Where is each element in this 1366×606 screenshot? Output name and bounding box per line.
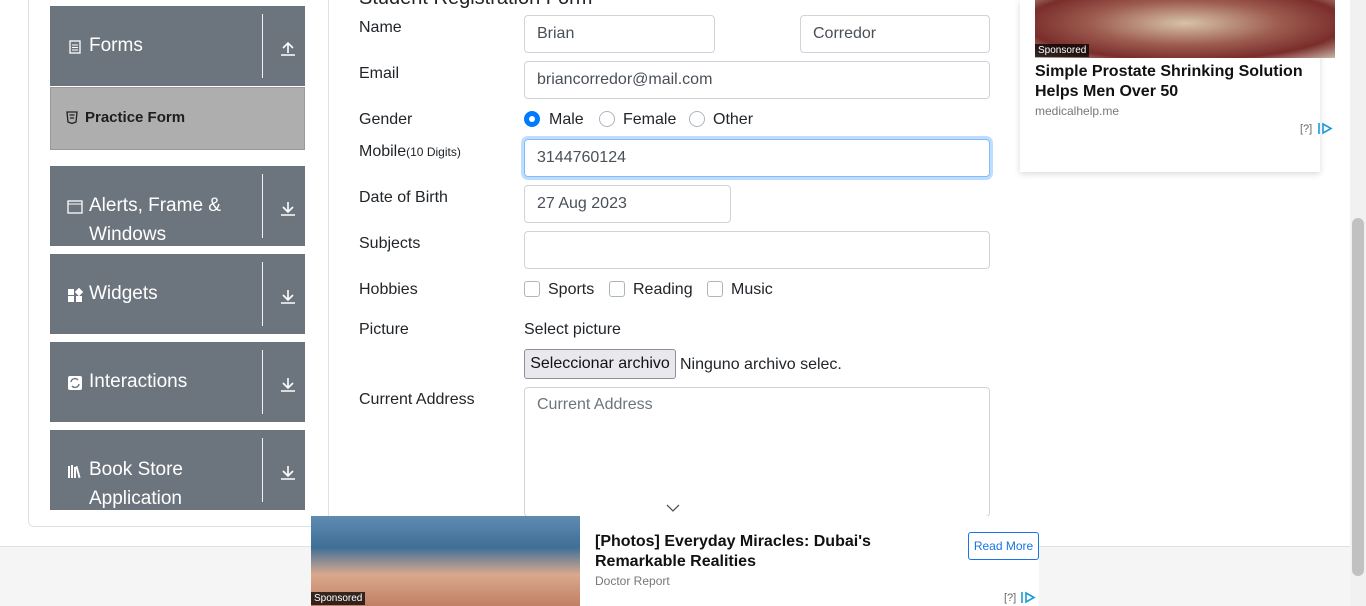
select-picture-label: Select picture (524, 321, 621, 338)
divider (262, 174, 263, 238)
sidebar-group-label-line2: Application (89, 488, 182, 509)
gender-other-radio[interactable] (689, 111, 705, 127)
sidebar-group-label: Book Store (89, 459, 183, 480)
mobile-label: Mobile(10 Digits) (359, 143, 461, 160)
email-input[interactable]: briancorredor@mail.com (524, 61, 990, 99)
ad-bottom[interactable]: Sponsored [Photos] Everyday Miracles: Du… (311, 516, 1039, 606)
divider (262, 262, 263, 326)
sidebar-group-alerts[interactable]: Alerts, Frame & Windows (50, 166, 305, 246)
sidebar-group-label: Widgets (89, 283, 158, 304)
ad-info-link[interactable]: [?] (1300, 123, 1312, 135)
hobby-label[interactable]: Sports (548, 281, 594, 299)
current-address-textarea[interactable]: Current Address (524, 387, 990, 517)
first-name-input[interactable]: Brian (524, 15, 715, 53)
adchoices-icon[interactable] (1020, 591, 1036, 604)
books-icon (68, 465, 81, 479)
address-placeholder: Current Address (537, 396, 653, 413)
address-label: Current Address (359, 391, 475, 408)
file-status-text: Ninguno archivo selec. (680, 356, 842, 373)
gender-option-label[interactable]: Female (623, 111, 676, 129)
gender-option-label[interactable]: Male (549, 111, 584, 129)
ad-headline[interactable]: [Photos] Everyday Miracles: Dubai's Rema… (595, 532, 925, 572)
hobby-music-checkbox[interactable] (707, 281, 723, 297)
subjects-label: Subjects (359, 235, 421, 252)
ad-source[interactable]: Doctor Report (595, 574, 670, 588)
hobbies-label: Hobbies (359, 281, 418, 298)
sidebar-group-label: Forms (89, 35, 143, 56)
sidebar-item-practice-form[interactable]: Practice Form (50, 87, 305, 150)
widgets-icon (68, 287, 83, 302)
expand-arrow-icon[interactable] (279, 375, 297, 393)
hobby-sports-checkbox[interactable] (524, 281, 540, 297)
gender-female-radio[interactable] (599, 111, 615, 127)
interactions-icon (68, 376, 82, 390)
sponsored-tag: Sponsored (311, 592, 366, 605)
ad-info-link[interactable]: [?] (1004, 592, 1016, 604)
mobile-input[interactable]: 3144760124 (524, 139, 990, 177)
divider (262, 350, 263, 414)
choose-file-button[interactable]: Seleccionar archivo (524, 349, 676, 379)
divider (262, 438, 263, 502)
sidebar-group-book-store[interactable]: Book Store Application (50, 430, 305, 510)
sidebar-group-widgets[interactable]: Widgets (50, 254, 305, 334)
sidebar-group-label: Alerts, Frame & (89, 195, 221, 216)
gender-male-radio[interactable] (524, 111, 540, 127)
vertical-scrollbar[interactable] (1350, 0, 1366, 606)
picture-label: Picture (359, 321, 409, 338)
ad-source[interactable]: medicalhelp.me (1035, 104, 1119, 118)
sidebar-group-forms[interactable]: Forms (50, 6, 305, 86)
adchoices-icon[interactable] (1317, 122, 1333, 135)
divider (262, 14, 263, 78)
sponsored-tag: Sponsored (1035, 44, 1090, 57)
dob-label: Date of Birth (359, 189, 448, 206)
gender-option-label[interactable]: Other (713, 111, 753, 129)
read-more-button[interactable]: Read More (968, 532, 1039, 560)
form-icon (69, 40, 81, 54)
html5-icon (66, 111, 78, 124)
window-icon (67, 200, 83, 214)
scrollbar-thumb[interactable] (1352, 218, 1364, 576)
date-of-birth-input[interactable]: 27 Aug 2023 (524, 185, 731, 223)
sidebar-group-label: Interactions (89, 371, 188, 392)
email-label: Email (359, 65, 400, 82)
sidebar-group-label-line2: Windows (89, 224, 167, 245)
ad-right[interactable]: Sponsored Simple Prostate Shrinking Solu… (1020, 0, 1335, 172)
mobile-hint: (10 Digits) (406, 145, 461, 159)
chevron-down-icon[interactable] (666, 503, 680, 513)
expand-arrow-icon[interactable] (279, 287, 297, 305)
last-name-input[interactable]: Corredor (800, 15, 990, 53)
hobby-label[interactable]: Reading (633, 281, 693, 299)
subjects-input[interactable] (524, 231, 990, 269)
hobby-label[interactable]: Music (731, 281, 773, 299)
collapse-arrow-icon[interactable] (279, 39, 297, 57)
expand-arrow-icon[interactable] (279, 463, 297, 481)
name-label: Name (359, 19, 402, 36)
gender-label: Gender (359, 111, 413, 128)
ad-headline[interactable]: Simple Prostate Shrinking Solution Helps… (1035, 62, 1325, 102)
hobby-reading-checkbox[interactable] (609, 281, 625, 297)
expand-arrow-icon[interactable] (279, 199, 297, 217)
form-title: Student Registration Form (359, 0, 592, 10)
sidebar-group-interactions[interactable]: Interactions (50, 342, 305, 422)
sidebar-item-label: Practice Form (85, 109, 186, 126)
